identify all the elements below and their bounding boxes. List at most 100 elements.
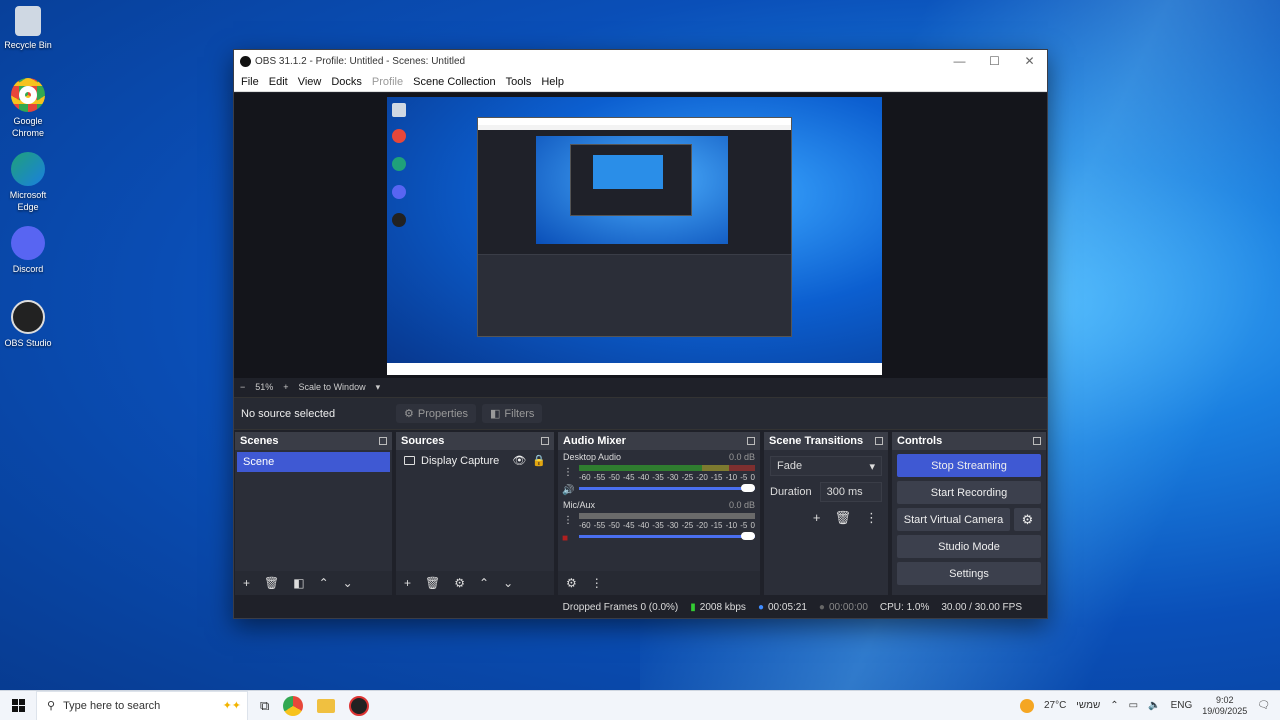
menu-help[interactable]: Help [536,76,569,88]
start-button[interactable] [0,699,36,712]
slider-knob[interactable] [741,484,755,492]
trash-icon[interactable]: 🗑 [834,510,851,526]
source-item[interactable]: Display Capture 👁 🔒 [396,450,554,471]
desktop-icon-label: Discord [12,264,44,274]
obs-taskbar-icon[interactable] [349,695,370,716]
undock-icon[interactable] [379,437,387,445]
minimize-button[interactable]: — [942,54,977,68]
chevron-up-icon[interactable]: ⌃ [1110,700,1118,711]
stop-streaming-button[interactable]: Stop Streaming [897,454,1041,477]
gear-icon[interactable]: ⚙ [454,576,465,590]
preview-desktop-icon [392,129,406,143]
add-scene-icon[interactable]: + [243,576,250,590]
chevron-down-icon[interactable]: ⌄ [503,576,513,590]
clock-time: 9:02 [1216,694,1234,705]
menu-view[interactable]: View [293,76,327,88]
duration-input[interactable]: 300 ms [819,482,882,502]
volume-slider[interactable] [579,484,755,492]
notification-icon[interactable]: 🗨 [1257,700,1270,711]
start-virtual-camera-button[interactable]: Start Virtual Camera [897,508,1010,531]
transition-select[interactable]: Fade ▾ [770,456,882,476]
desktop-icon-chrome[interactable]: Google Chrome [4,78,52,139]
maximize-button[interactable]: ☐ [977,54,1012,68]
filters-button[interactable]: ◧ Filters [482,404,543,423]
file-explorer-icon[interactable] [317,698,336,713]
weather-temp[interactable]: 27°C [1044,700,1066,711]
stream-time: 00:05:21 [767,601,807,613]
sources-toolbar: + 🗑 ⚙ ⌃ ⌄ [396,571,554,595]
mixer-header: Audio Mixer [558,432,760,450]
sun-icon [1019,698,1034,713]
volume-icon[interactable]: 🔈 [1148,700,1160,711]
controls-dock: Controls Stop Streaming Start Recording … [892,432,1046,595]
zoom-value: 51% [255,382,274,392]
slider-knob[interactable] [741,532,755,540]
zoom-dropdown-icon[interactable]: ▾ [376,382,381,393]
zoom-out-button[interactable]: − [240,382,245,392]
channel-db: 0.0 dB [728,452,755,462]
desktop-icon-label: Recycle Bin [4,40,52,50]
discord-icon [11,226,45,260]
network-icon[interactable]: ▭ [1129,700,1138,711]
undock-icon[interactable] [1033,437,1041,445]
kebab-menu-icon[interactable]: ⋮ [563,515,573,526]
chrome-icon [11,78,45,112]
trash-icon[interactable]: 🗑 [264,576,279,590]
properties-button[interactable]: ⚙ Properties [396,404,477,423]
language-indicator[interactable]: ENG [1171,700,1193,711]
menu-docks[interactable]: Docks [326,76,367,88]
muted-speaker-icon[interactable]: ■ [562,533,568,544]
studio-mode-button[interactable]: Studio Mode [897,535,1041,558]
chevron-up-icon[interactable]: ⌃ [479,576,489,590]
desktop-icon-obs[interactable]: OBS Studio [4,300,52,349]
trash-icon[interactable]: 🗑 [425,576,440,590]
preview-area[interactable] [234,93,1047,378]
add-transition-icon[interactable]: + [813,510,821,526]
menu-scene-collection[interactable]: Scene Collection [408,76,501,88]
scene-item[interactable]: Scene [237,452,390,472]
weather-text: שמשי [1076,700,1101,711]
title-bar[interactable]: OBS 31.1.2 - Profile: Untitled - Scenes:… [234,50,1047,72]
start-recording-button[interactable]: Start Recording [897,481,1041,504]
lock-icon[interactable]: 🔒 [532,454,546,467]
meter-ticks: -60 -55 -50 -45 -40 -35 -30 -25 -20 -15 -10 -5 0 [579,473,755,482]
sources-title: Sources [401,435,445,447]
scale-to-window[interactable]: Scale to Window [299,382,366,392]
undock-icon[interactable] [875,437,883,445]
zoom-in-button[interactable]: + [283,382,288,392]
gear-icon: ⚙ [404,408,414,420]
volume-slider[interactable] [579,532,755,540]
desktop-icon-label: Google Chrome [11,116,44,138]
desktop-icon-edge[interactable]: Microsoft Edge [4,152,52,213]
speaker-icon[interactable]: 🔊 [562,485,574,496]
advanced-audio-icon[interactable]: ⚙ [566,576,577,590]
preview-desktop-icon [392,157,406,171]
menu-tools[interactable]: Tools [501,76,537,88]
chevron-down-icon[interactable]: ⌄ [343,576,353,590]
add-source-icon[interactable]: + [404,576,411,590]
chevron-up-icon[interactable]: ⌃ [319,576,329,590]
menu-file[interactable]: File [236,76,264,88]
desktop-icon-discord[interactable]: Discord [4,226,52,275]
preview-desktop-icon [392,103,406,117]
duration-label: Duration [770,486,812,498]
chrome-taskbar-icon[interactable] [283,695,304,716]
gear-icon[interactable]: ⚙ [1014,508,1041,531]
task-view-icon[interactable]: ⧉ [260,698,269,714]
no-source-label: No source selected [241,407,336,420]
desktop-icon-label: Microsoft Edge [9,190,47,212]
preview-canvas[interactable] [387,97,882,375]
clock[interactable]: 9:02 19/09/2025 [1202,695,1247,717]
eye-icon[interactable]: 👁 [512,454,526,467]
taskbar-search[interactable]: ⚲ Type here to search ✦✦ [36,690,248,720]
desktop-icon-recycle-bin[interactable]: Recycle Bin [4,6,52,51]
undock-icon[interactable] [747,437,755,445]
kebab-menu-icon[interactable]: ⋮ [591,576,603,590]
filter-icon[interactable]: ◧ [293,576,304,590]
settings-button[interactable]: Settings [897,562,1041,585]
close-button[interactable]: ✕ [1012,54,1047,68]
kebab-menu-icon[interactable]: ⋮ [563,467,573,478]
kebab-menu-icon[interactable]: ⋮ [865,510,878,526]
menu-edit[interactable]: Edit [264,76,293,88]
undock-icon[interactable] [541,437,549,445]
